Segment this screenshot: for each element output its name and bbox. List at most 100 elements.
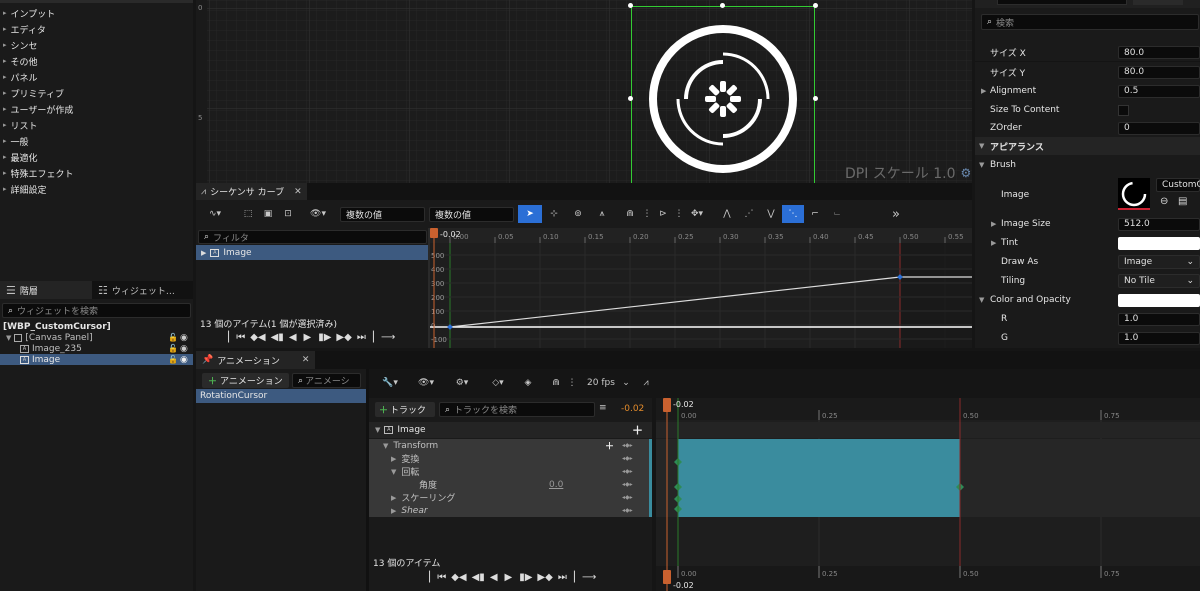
- step-back-icon[interactable]: ◀▮: [472, 572, 485, 583]
- tangent-break-icon[interactable]: ⋁: [760, 209, 782, 219]
- collapse-arrow-icon[interactable]: ▼: [979, 142, 984, 150]
- more-options-icon[interactable]: ⋮: [642, 209, 652, 219]
- track-row-translation[interactable]: ▶ 変換 ◂◆▸: [369, 452, 652, 466]
- visibility-eye-icon[interactable]: ◉: [180, 355, 188, 365]
- expand-arrow-icon[interactable]: ▸: [3, 105, 7, 113]
- details-row-brush[interactable]: ▼ Brush: [975, 156, 1200, 174]
- tab-hierarchy[interactable]: ☰ 階層: [0, 281, 92, 299]
- key-nav-icon[interactable]: ◂◆▸: [622, 455, 633, 462]
- select-tool-icon[interactable]: ⬚: [238, 209, 258, 219]
- collapse-arrow-icon[interactable]: ▼: [375, 426, 380, 434]
- lock-icon[interactable]: 🔓: [168, 344, 178, 353]
- use-selected-asset-icon[interactable]: ⊖: [1160, 196, 1168, 207]
- track-row-transform[interactable]: ▼ Transform ＋ ◂◆▸: [369, 439, 652, 453]
- hierarchy-item-image-selected[interactable]: A Image 🔓 ◉: [0, 354, 193, 365]
- visibility-eye-icon[interactable]: ◉: [180, 344, 188, 354]
- expand-arrow-icon[interactable]: ▸: [3, 57, 7, 65]
- tiling-dropdown[interactable]: No Tile ⌄: [1118, 274, 1200, 288]
- resize-handle-icon[interactable]: [628, 3, 633, 8]
- palette-category[interactable]: ▸ その他: [0, 53, 193, 69]
- go-to-end-icon[interactable]: ⏭: [558, 572, 567, 583]
- play-reverse-icon[interactable]: ◀: [490, 572, 498, 583]
- frame-icon[interactable]: ▣: [258, 209, 278, 219]
- curve-editor-toggle-icon[interactable]: ⩘: [635, 378, 657, 388]
- image-size-field[interactable]: 512.0: [1118, 217, 1200, 231]
- more-options-icon[interactable]: ⋮: [567, 378, 577, 388]
- expand-arrow-icon[interactable]: ▸: [3, 153, 7, 161]
- next-key-icon[interactable]: ▶◆: [537, 572, 552, 583]
- key-nav-icon[interactable]: ◂◆▸: [622, 468, 633, 475]
- step-back-key-icon[interactable]: ⏮: [236, 332, 245, 343]
- snap-magnet-icon[interactable]: ⋒: [545, 378, 567, 388]
- expand-arrow-icon[interactable]: ▸: [3, 89, 7, 97]
- expand-arrow-icon[interactable]: ▼: [6, 334, 11, 342]
- record-arrow-icon[interactable]: ⟶: [381, 332, 395, 343]
- retime-tool-icon[interactable]: ⊚: [566, 209, 590, 219]
- palette-category[interactable]: ▸ 最適化: [0, 149, 193, 165]
- fps-selector[interactable]: 20 fps: [581, 378, 621, 388]
- size-to-content-checkbox[interactable]: [1118, 104, 1129, 116]
- expand-arrow-icon[interactable]: ▸: [3, 169, 7, 177]
- collapse-arrow-icon[interactable]: ▼: [979, 161, 984, 169]
- size-x-field[interactable]: 80.0: [1118, 46, 1200, 59]
- designer-canvas[interactable]: 0 5 DPI スケール 1.0 ⚙: [196, 0, 972, 183]
- size-y-field[interactable]: 80.0: [1118, 65, 1200, 79]
- transform-tool-icon[interactable]: ⊹: [542, 209, 566, 219]
- expand-arrow-icon[interactable]: ▸: [3, 73, 7, 81]
- expand-arrow-icon[interactable]: ▶: [201, 249, 206, 257]
- image-asset-field[interactable]: CustomCu: [1156, 178, 1200, 192]
- key-nav-icon[interactable]: ◂◆▸: [622, 481, 633, 488]
- palette-category[interactable]: ▸ 一般: [0, 133, 193, 149]
- expand-arrow-icon[interactable]: ▶: [981, 87, 986, 95]
- go-to-end-icon[interactable]: ⏭: [357, 332, 366, 343]
- close-icon[interactable]: ✕: [302, 355, 310, 365]
- resize-handle-icon[interactable]: [813, 96, 818, 101]
- gear-icon[interactable]: ⚙: [961, 166, 972, 180]
- key-nav-icon[interactable]: ◂◆▸: [622, 442, 633, 449]
- g-field[interactable]: 1.0: [1118, 331, 1200, 345]
- expand-arrow-icon[interactable]: ▸: [3, 121, 7, 129]
- more-options-icon[interactable]: ⋮: [674, 209, 684, 219]
- curve-filter-input[interactable]: ⌕ フィルタ: [198, 230, 427, 244]
- play-icon[interactable]: ▶: [505, 572, 513, 583]
- tangent-constant-icon[interactable]: ⌐: [804, 209, 826, 219]
- palette-category[interactable]: ▸ 特殊エフェクト: [0, 165, 193, 181]
- prev-key-icon[interactable]: ◆◀: [451, 572, 466, 583]
- step-back-key-icon[interactable]: ⏮: [437, 572, 446, 583]
- animation-search-input[interactable]: ⌕ アニメーシ: [292, 373, 361, 388]
- value-field-2[interactable]: 複数の値: [429, 206, 514, 222]
- record-arrow-icon[interactable]: ⟶: [582, 572, 596, 583]
- animation-list-item[interactable]: RotationCursor: [196, 389, 366, 403]
- browse-asset-icon[interactable]: ▤: [1178, 196, 1187, 207]
- alignment-field[interactable]: 0.5: [1118, 84, 1200, 98]
- expand-arrow-icon[interactable]: ▸: [3, 25, 7, 33]
- close-icon[interactable]: ✕: [294, 187, 302, 197]
- chevron-down-icon[interactable]: ⌄: [621, 378, 631, 388]
- fit-icon[interactable]: ⊡: [278, 209, 298, 219]
- tangent-flat-icon[interactable]: ⌙: [826, 209, 848, 219]
- loop-icon[interactable]: ⎮: [572, 572, 577, 583]
- palette-category[interactable]: ▸ 詳細設定: [0, 181, 193, 197]
- tangent-user-icon[interactable]: ⋰: [738, 209, 760, 219]
- key-nav-icon[interactable]: ◂◆▸: [622, 494, 633, 501]
- expand-arrow-icon[interactable]: ▶: [991, 239, 996, 247]
- add-key-icon[interactable]: ＋: [605, 439, 614, 452]
- overflow-chevron-icon[interactable]: »: [886, 207, 906, 222]
- details-search-input[interactable]: ⌕ 検索: [981, 14, 1199, 30]
- palette-category[interactable]: ▸ リスト: [0, 117, 193, 133]
- tab-sequencer-curves[interactable]: ⩘ シーケンサ カーブ ✕: [196, 183, 307, 200]
- play-icon[interactable]: ▶: [304, 332, 312, 343]
- go-to-start-icon[interactable]: ⎮: [226, 332, 231, 343]
- value-field-1[interactable]: 複数の値: [340, 206, 425, 222]
- track-row-shear[interactable]: ▶ Shear ◂◆▸: [369, 504, 652, 517]
- collapse-arrow-icon[interactable]: ▼: [383, 442, 388, 450]
- hierarchy-item-image-235[interactable]: A Image_235 🔓 ◉: [20, 343, 193, 354]
- visibility-eye-icon[interactable]: 👁▾: [411, 378, 441, 388]
- move-axis-icon[interactable]: ✥▾: [684, 209, 710, 219]
- collapse-arrow-icon[interactable]: ▼: [391, 468, 396, 476]
- expand-arrow-icon[interactable]: ▶: [391, 494, 396, 502]
- step-forward-icon[interactable]: ▮▶: [318, 332, 331, 343]
- auto-key-icon[interactable]: ◈: [517, 378, 539, 388]
- hierarchy-search-input[interactable]: ⌕ ウィジェットを検索: [2, 303, 191, 318]
- palette-category[interactable]: ▸ パネル: [0, 69, 193, 85]
